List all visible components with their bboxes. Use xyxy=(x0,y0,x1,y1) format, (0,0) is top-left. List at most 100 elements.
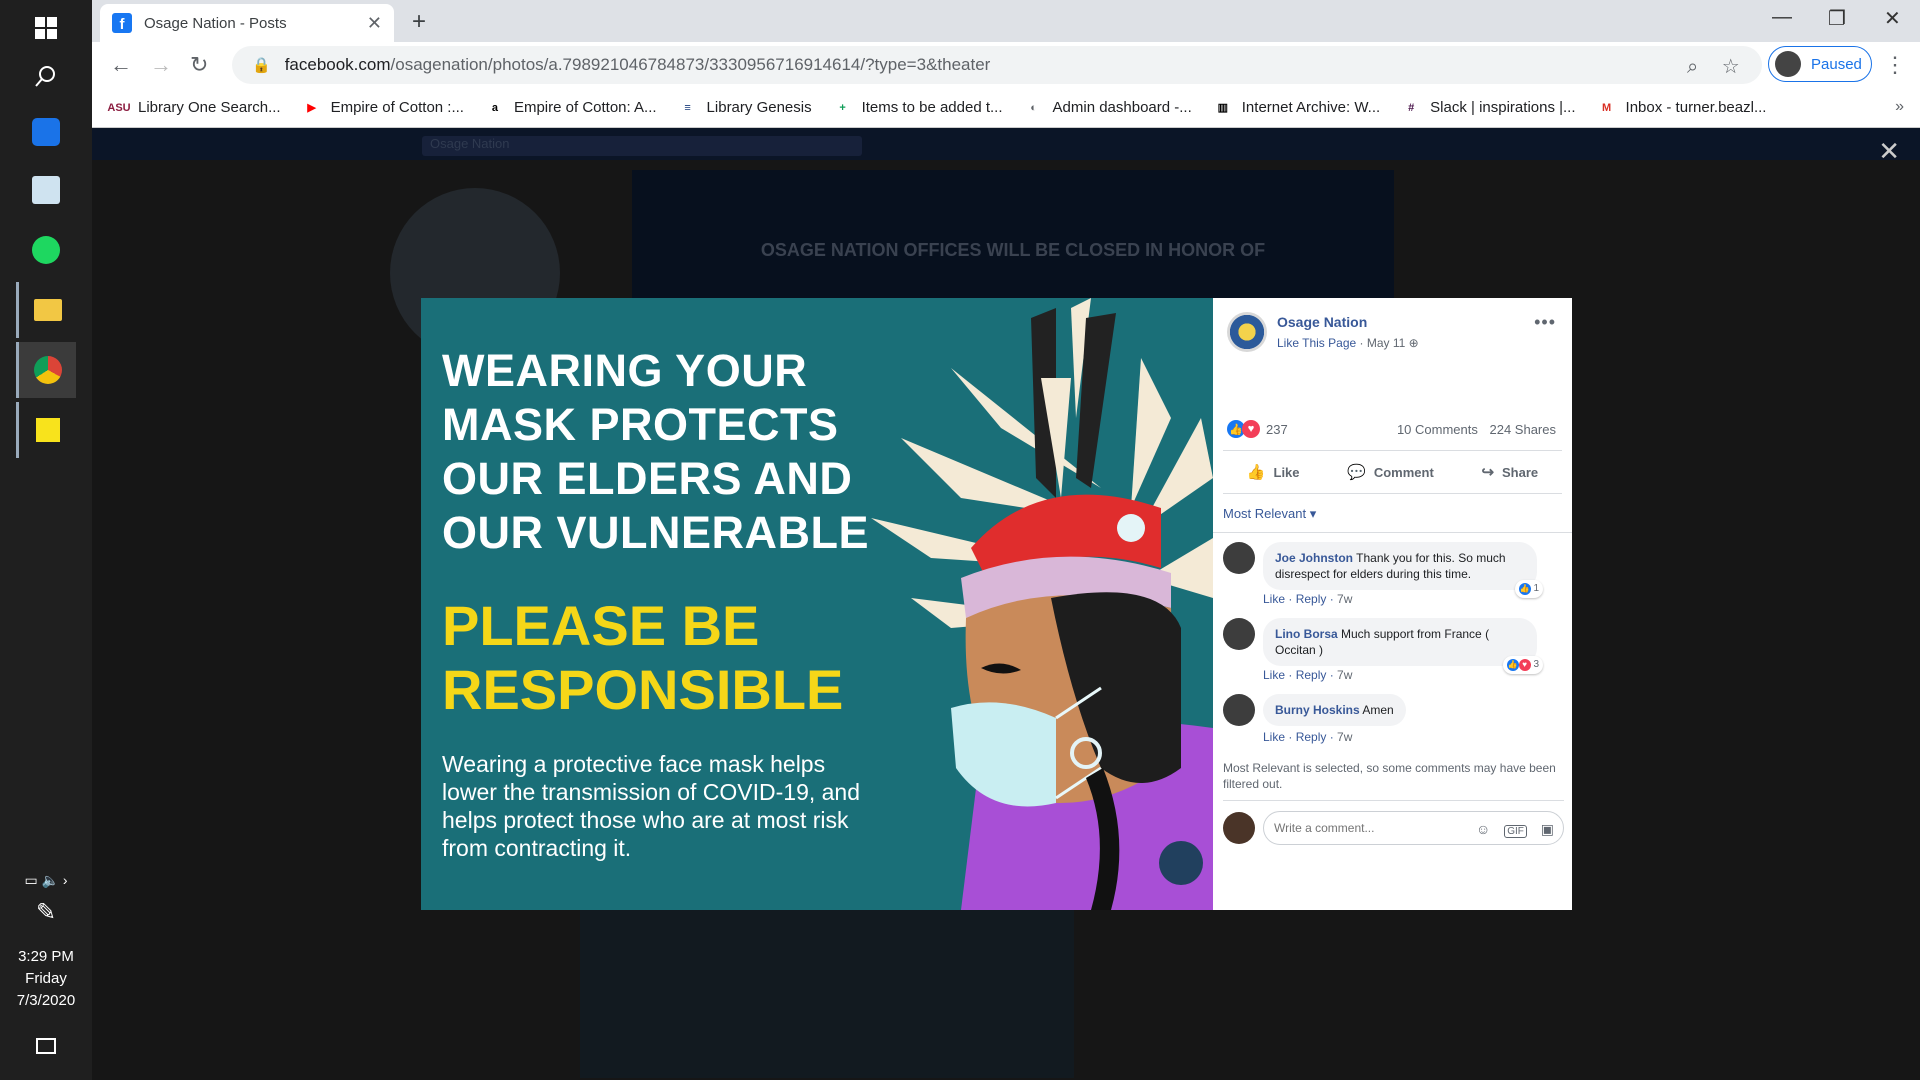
avatar[interactable] xyxy=(1223,694,1255,726)
like-button[interactable]: 👍 Like xyxy=(1247,463,1300,481)
post-meta: Like This Page · May 11 ⊕ xyxy=(1277,336,1419,350)
bookmark-item[interactable]: # Slack | inspirations |... xyxy=(1402,99,1575,116)
back-icon[interactable]: ← xyxy=(110,52,132,78)
bookmark-label: Library Genesis xyxy=(706,99,812,116)
bookmark-item[interactable]: ≡ Library Genesis xyxy=(679,99,812,116)
gif-icon[interactable]: GIF xyxy=(1504,825,1527,838)
bookmark-label: Internet Archive: W... xyxy=(1241,99,1381,116)
forward-icon[interactable]: → xyxy=(150,52,172,78)
love-reaction-icon: ♥ xyxy=(1242,420,1260,438)
comments-count[interactable]: 10 Comments xyxy=(1397,422,1478,437)
comment-time[interactable]: 7w xyxy=(1337,668,1352,682)
emoji-icon[interactable]: ☺ xyxy=(1476,821,1490,837)
comment-reactions[interactable]: 👍 1 xyxy=(1514,580,1543,598)
chrome-icon[interactable] xyxy=(16,342,76,398)
composer-icons: ☺ GIF ▣ xyxy=(1466,821,1554,838)
like-reaction-icon: 👍 xyxy=(1506,659,1519,671)
post-date[interactable]: May 11 xyxy=(1367,336,1405,350)
profile-button[interactable]: Paused xyxy=(1768,46,1872,82)
like-page-link[interactable]: Like This Page xyxy=(1277,336,1356,350)
commenter-name[interactable]: Burny Hoskins xyxy=(1275,703,1360,717)
action-center-icon[interactable] xyxy=(16,1018,76,1074)
comment-like-link[interactable]: Like xyxy=(1263,730,1285,744)
filtered-note: Most Relevant is selected, so some comme… xyxy=(1223,761,1556,791)
minimize-icon[interactable]: — xyxy=(1772,6,1792,29)
reaction-count[interactable]: 237 xyxy=(1266,422,1288,437)
shares-count[interactable]: 224 Shares xyxy=(1490,422,1557,437)
post-options-icon[interactable]: ••• xyxy=(1534,312,1556,333)
browser-tab[interactable]: f Osage Nation - Posts ✕ xyxy=(100,4,394,42)
maximize-icon[interactable]: ❐ xyxy=(1828,6,1846,31)
cover-text: OSAGE NATION OFFICES WILL BE CLOSED IN H… xyxy=(760,240,1266,260)
zoom-search-icon[interactable]: ⌕ xyxy=(1687,56,1698,78)
reload-icon[interactable]: ↻ xyxy=(190,52,208,78)
comment-bubble: Joe Johnston Thank you for this. So much… xyxy=(1263,542,1543,598)
comment-reply-link[interactable]: Reply xyxy=(1296,730,1327,744)
post-details-panel: Osage Nation Like This Page · May 11 ⊕ •… xyxy=(1213,298,1572,910)
comment-button[interactable]: 💬 Comment xyxy=(1347,463,1434,481)
page-name-link[interactable]: Osage Nation xyxy=(1277,314,1419,330)
pen-icon[interactable]: ✎ xyxy=(16,884,76,940)
gmail-icon: M xyxy=(1601,101,1612,114)
slack-icon: # xyxy=(1408,101,1415,114)
bookmark-item[interactable]: ◐ Admin dashboard -... xyxy=(1025,99,1192,116)
photo-callout: PLEASE BE RESPONSIBLE xyxy=(442,594,844,721)
sticky-notes-icon[interactable] xyxy=(16,402,76,458)
bookmark-label: Inbox - turner.beazl... xyxy=(1625,99,1767,116)
avatar[interactable] xyxy=(1223,618,1255,650)
comment-reactions[interactable]: 👍 ♥ 3 xyxy=(1502,656,1543,674)
comment-time[interactable]: 7w xyxy=(1337,730,1352,744)
comment-reply-link[interactable]: Reply xyxy=(1296,668,1327,682)
comment-like-link[interactable]: Like xyxy=(1263,592,1285,606)
chrome-menu-icon[interactable]: ⋮ xyxy=(1884,52,1906,78)
comment-text: Amen xyxy=(1362,703,1394,717)
url-path: /osagenation/photos/a.798921046784873/33… xyxy=(390,55,991,74)
tab-close-icon[interactable]: ✕ xyxy=(367,13,382,34)
bookmark-star-icon[interactable]: ☆ xyxy=(1722,56,1740,78)
youtube-icon: ▶ xyxy=(307,102,316,114)
bookmark-item[interactable]: + Items to be added t... xyxy=(834,99,1002,116)
avatar xyxy=(1223,812,1255,844)
post-header: Osage Nation Like This Page · May 11 ⊕ xyxy=(1227,312,1419,352)
bookmark-item[interactable]: ▶ Empire of Cotton :... xyxy=(303,99,464,116)
theater-close-icon[interactable]: ✕ xyxy=(1878,136,1900,167)
sticker-icon[interactable]: ▣ xyxy=(1541,821,1554,837)
page-avatar[interactable] xyxy=(1227,312,1267,352)
post-photo[interactable]: WEARING YOUR MASK PROTECTS OUR ELDERS AN… xyxy=(421,298,1213,910)
clock[interactable]: 3:29 PM Friday 7/3/2020 xyxy=(0,946,92,1012)
bookmark-item[interactable]: ▥ Internet Archive: W... xyxy=(1214,99,1381,116)
address-bar[interactable]: 🔒 facebook.com/osagenation/photos/a.7989… xyxy=(232,46,1762,84)
avatar[interactable] xyxy=(1223,542,1255,574)
new-tab-button[interactable]: + xyxy=(412,8,426,36)
thumbs-up-icon: 👍 xyxy=(1246,464,1266,481)
globe-icon: ⊕ xyxy=(1408,336,1419,350)
photo-headline: WEARING YOUR MASK PROTECTS OUR ELDERS AN… xyxy=(442,345,870,558)
bookmark-item[interactable]: M Inbox - turner.beazl... xyxy=(1598,99,1767,116)
spotify-icon[interactable] xyxy=(16,222,76,278)
file-explorer-icon[interactable] xyxy=(16,282,76,338)
share-button[interactable]: ↪ Share xyxy=(1481,463,1538,481)
globe-icon: ◐ xyxy=(1030,101,1037,114)
search-icon[interactable] xyxy=(16,48,76,104)
profile-label: Paused xyxy=(1811,55,1862,73)
bookmark-label: Slack | inspirations |... xyxy=(1430,99,1576,116)
bookmark-item[interactable]: a Empire of Cotton: A... xyxy=(486,99,657,116)
commenter-name[interactable]: Lino Borsa xyxy=(1275,627,1338,641)
masked-person-illustration xyxy=(871,298,1213,910)
kindle-app-icon[interactable] xyxy=(16,162,76,218)
bookmarks-overflow-icon[interactable]: » xyxy=(1895,98,1904,116)
zoom-app-icon[interactable] xyxy=(16,104,76,160)
comment-composer: ☺ GIF ▣ xyxy=(1223,800,1564,845)
comment-item: Burny Hoskins Amen xyxy=(1223,694,1553,726)
comment-time[interactable]: 7w xyxy=(1337,592,1352,606)
comment-like-link[interactable]: Like xyxy=(1263,668,1285,682)
comment-reply-link[interactable]: Reply xyxy=(1296,592,1327,606)
address-bar-actions: ⌕ ☆ xyxy=(1687,54,1740,79)
bookmark-item[interactable]: ASU Library One Search... xyxy=(107,99,280,116)
comment-sort-dropdown[interactable]: Most Relevant ▾ xyxy=(1223,506,1316,522)
share-icon: ↪ xyxy=(1481,464,1495,481)
commenter-name[interactable]: Joe Johnston xyxy=(1275,551,1353,565)
comment-item: Lino Borsa Much support from France ( Oc… xyxy=(1223,618,1553,674)
window-close-icon[interactable]: ✕ xyxy=(1884,6,1901,31)
fb-search-input[interactable]: Osage Nation xyxy=(422,136,862,156)
